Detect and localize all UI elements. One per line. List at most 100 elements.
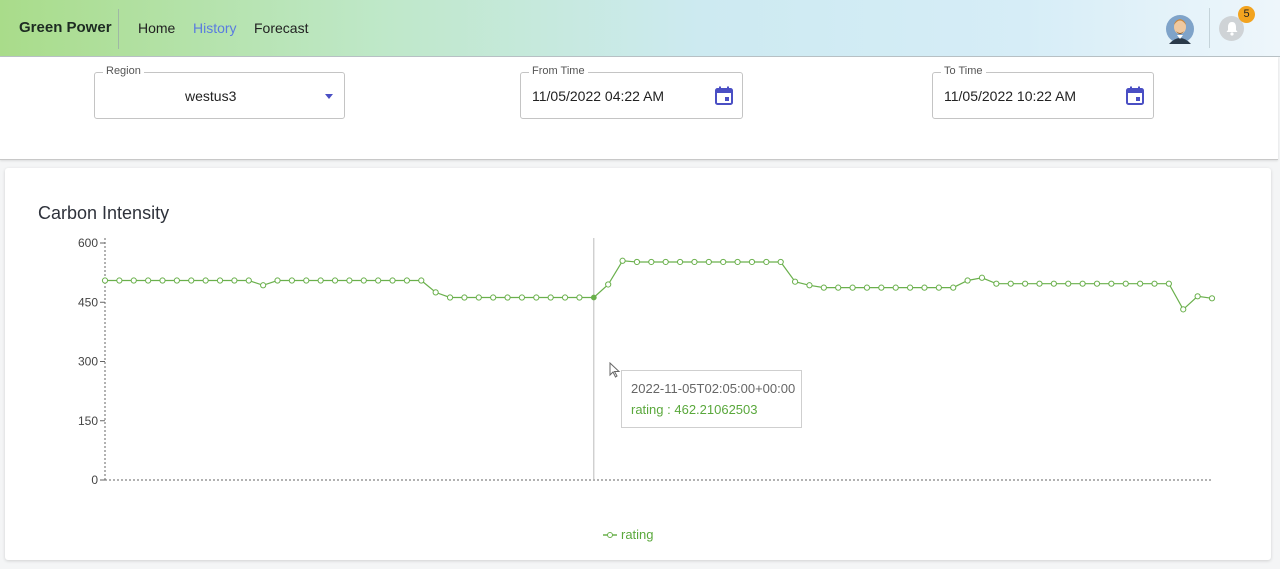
from-time-label: From Time (529, 65, 588, 77)
data-point (662, 258, 669, 266)
data-point (1208, 295, 1216, 302)
data-point (130, 277, 137, 284)
data-point (245, 277, 252, 284)
data-point (605, 281, 612, 288)
mouse-cursor-icon (609, 362, 621, 378)
data-point (633, 258, 641, 266)
data-point (906, 284, 914, 291)
divider (1209, 8, 1210, 48)
data-point (561, 294, 569, 301)
data-point (475, 294, 482, 301)
data-point (1165, 280, 1172, 287)
y-tick-label: 450 (78, 295, 98, 309)
data-point (921, 284, 928, 291)
data-point (1194, 293, 1201, 300)
data-point (863, 284, 871, 291)
data-point (1151, 280, 1158, 287)
region-value: westus3 (185, 88, 237, 104)
carbon-intensity-chart[interactable]: 0 150 300 450 600 (5, 168, 1271, 560)
data-point (1007, 280, 1014, 287)
data-point (1022, 280, 1029, 287)
data-point (1079, 280, 1086, 287)
calendar-icon[interactable] (715, 86, 733, 105)
data-point (188, 277, 195, 284)
data-point (331, 277, 339, 284)
data-point (576, 294, 583, 301)
from-time-value: 11/05/2022 04:22 AM (532, 88, 665, 104)
data-point (346, 277, 353, 284)
data-point (878, 284, 885, 291)
legend-label: rating (621, 527, 654, 542)
data-point (978, 274, 986, 281)
nav-forecast[interactable]: Forecast (254, 20, 308, 36)
data-point (317, 277, 324, 284)
data-point (446, 294, 454, 301)
y-tick-label: 150 (78, 414, 98, 428)
nav-home[interactable]: Home (138, 20, 175, 36)
y-tick-label: 600 (78, 236, 98, 250)
app-bar: Green Power Home History Forecast 5 (0, 0, 1280, 57)
data-point (777, 258, 784, 266)
data-point (403, 277, 411, 284)
filter-bar: Region westus3 From Time 11/05/2022 04:2… (0, 57, 1278, 160)
from-time-field[interactable]: From Time 11/05/2022 04:22 AM (520, 65, 743, 119)
region-label: Region (103, 65, 144, 77)
data-point (820, 284, 827, 291)
data-point (705, 258, 712, 266)
data-point (691, 258, 698, 266)
data-point (849, 284, 856, 291)
data-point (418, 277, 425, 284)
data-point (202, 277, 209, 284)
data-point (1180, 306, 1187, 313)
data-point (619, 257, 626, 264)
series-line-rating (105, 260, 1213, 311)
data-point (1093, 280, 1101, 287)
brand-title[interactable]: Green Power (19, 19, 112, 36)
data-point (145, 277, 152, 284)
y-tick-label: 0 (91, 473, 98, 487)
data-point (964, 277, 971, 284)
data-point (791, 278, 799, 285)
tooltip-rating: rating : 462.21062503 (631, 402, 758, 417)
data-point (274, 277, 281, 284)
data-point (288, 277, 295, 284)
data-point (389, 277, 396, 284)
data-point (504, 294, 511, 301)
data-point (173, 277, 180, 284)
chevron-down-icon[interactable] (325, 94, 333, 99)
data-point (590, 294, 597, 301)
data-point (1108, 280, 1115, 287)
data-point (547, 294, 554, 301)
notifications[interactable]: 5 (1209, 6, 1255, 50)
tooltip-time: 2022-11-05T02:05:00+00:00 (631, 381, 796, 396)
divider (118, 9, 119, 49)
region-select[interactable]: Region westus3 (94, 65, 345, 119)
data-point (648, 258, 655, 266)
data-point (159, 277, 166, 284)
chart-legend[interactable]: rating (603, 527, 654, 542)
data-point (101, 277, 109, 284)
data-point (835, 284, 842, 291)
to-time-value: 11/05/2022 10:22 AM (944, 88, 1077, 104)
data-point (303, 277, 310, 284)
calendar-icon[interactable] (1126, 86, 1144, 105)
data-point (432, 289, 439, 296)
to-time-field[interactable]: To Time 11/05/2022 10:22 AM (932, 65, 1154, 119)
user-avatar[interactable] (1166, 14, 1194, 44)
data-point (1122, 280, 1129, 287)
notification-badge: 5 (1238, 6, 1255, 23)
data-point (360, 277, 367, 284)
y-tick-label: 300 (78, 355, 98, 369)
carbon-intensity-card: Carbon Intensity 0 150 300 450 600 2022-11-0… (5, 168, 1271, 560)
data-point (1036, 280, 1043, 287)
data-point (231, 277, 238, 284)
data-point (950, 284, 957, 291)
data-point (518, 294, 526, 301)
data-point (935, 284, 942, 291)
data-point (375, 277, 382, 284)
data-point (892, 284, 899, 291)
data-point (490, 294, 497, 301)
data-point (806, 282, 813, 289)
nav-history[interactable]: History (193, 20, 237, 36)
data-point (1137, 280, 1144, 287)
